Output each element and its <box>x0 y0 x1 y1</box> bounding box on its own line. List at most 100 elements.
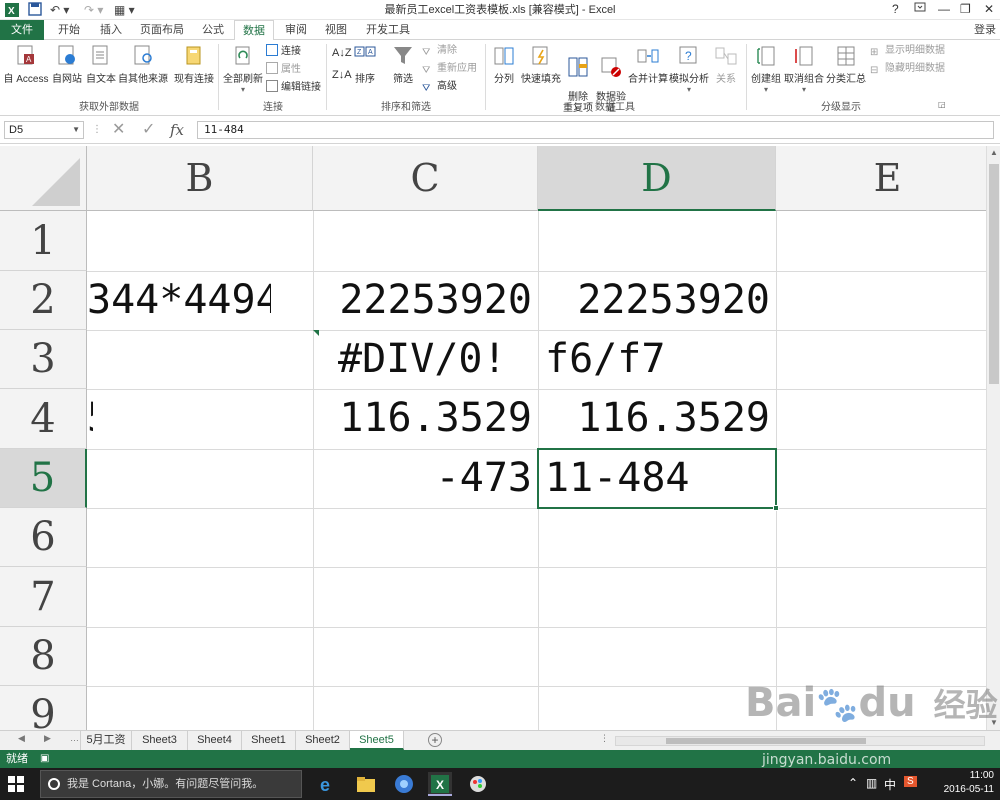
subtotal-button[interactable]: 分类汇总 <box>826 44 866 85</box>
login-link[interactable]: 登录 <box>974 20 996 40</box>
tray-up-arrow-icon[interactable]: ⌃ <box>848 776 858 790</box>
what-if-analysis-button[interactable]: ? 模拟分析 ▾ <box>668 44 710 94</box>
tab-home[interactable]: 开始 <box>50 20 88 40</box>
select-all-corner[interactable] <box>0 146 87 211</box>
minimize-button[interactable]: — <box>938 1 950 17</box>
filter-button[interactable]: 筛选 <box>388 44 418 85</box>
sort-button[interactable]: ZA 排序 <box>352 44 378 85</box>
sheet-tab-sheet1[interactable]: Sheet1 <box>242 731 296 750</box>
row-header-3[interactable]: 3 <box>0 330 87 389</box>
column-header-c[interactable]: C <box>313 146 538 211</box>
sheet-tab-sheet4[interactable]: Sheet4 <box>188 731 242 750</box>
column-header-b[interactable]: B <box>87 146 313 211</box>
hide-detail-button[interactable]: ⊟ 隐藏明细数据 <box>870 62 945 76</box>
edge-icon[interactable]: e <box>316 772 340 796</box>
enter-icon[interactable]: ✓ <box>142 121 155 139</box>
sheet-tab-sheet5[interactable]: Sheet5 <box>350 731 404 750</box>
tab-developer[interactable]: 开发工具 <box>360 20 416 40</box>
restore-button[interactable]: ❐ <box>960 1 971 17</box>
tab-data[interactable]: 数据 <box>234 20 274 41</box>
scroll-up-icon[interactable]: ▲ <box>987 146 1000 160</box>
sort-asc-icon[interactable]: A↓Z <box>332 46 352 60</box>
ime-indicator[interactable]: 中 <box>884 776 896 793</box>
relationships-button[interactable]: 关系 <box>712 44 740 85</box>
cell-c5[interactable]: -473 <box>313 449 532 508</box>
vertical-scroll-thumb[interactable] <box>989 164 999 384</box>
cell-c4[interactable]: 116.3529 <box>313 389 532 449</box>
show-detail-button[interactable]: ⊞ 显示明细数据 <box>870 44 945 58</box>
tab-review[interactable]: 审阅 <box>278 20 314 40</box>
insert-function-button[interactable]: fx <box>170 121 184 139</box>
row-header-7[interactable]: 7 <box>0 567 87 627</box>
from-text-button[interactable]: 自文本 <box>84 44 118 85</box>
file-explorer-icon[interactable] <box>354 772 378 796</box>
text-to-columns-button[interactable]: 分列 <box>490 44 518 85</box>
reapply-button[interactable]: ⛛ 重新应用 <box>422 62 477 76</box>
refresh-all-button[interactable]: 全部刷新 ▾ <box>222 44 264 94</box>
tab-formulas[interactable]: 公式 <box>194 20 232 40</box>
ungroup-button[interactable]: 取消组合 ▾ <box>784 44 824 94</box>
sogou-ime-icon[interactable]: S <box>904 776 917 787</box>
worksheet-grid[interactable]: B C D E 1 2 3 4 5 6 7 8 9 344*4494 22253… <box>0 146 986 730</box>
vertical-scrollbar[interactable]: ▲ ▼ <box>986 146 1000 730</box>
existing-connections-button[interactable]: 现有连接 <box>172 44 216 85</box>
windows-start-icon[interactable] <box>8 776 32 800</box>
tab-view[interactable]: 视图 <box>318 20 354 40</box>
connections-button[interactable]: 连接 <box>266 44 301 59</box>
horizontal-scroll-thumb[interactable] <box>666 738 866 744</box>
clear-filter-button[interactable]: ⛛ 清除 <box>422 44 457 58</box>
next-sheet-icon[interactable]: ▶ <box>44 733 51 744</box>
cell-d2[interactable]: 22253920 <box>538 271 770 330</box>
sheet-tab-sheet2[interactable]: Sheet2 <box>296 731 350 750</box>
paint-app-icon[interactable] <box>466 772 490 796</box>
network-icon[interactable]: ▥ <box>866 776 877 790</box>
row-header-4[interactable]: 4 <box>0 389 87 449</box>
properties-button[interactable]: 属性 <box>266 62 301 77</box>
horizontal-scrollbar[interactable] <box>615 736 985 746</box>
macro-record-icon[interactable]: ▣ <box>40 750 49 768</box>
tab-split-grip-icon[interactable]: ⋮ <box>600 733 609 744</box>
cortana-search-box[interactable]: 我是 Cortana，小娜。有问题尽管问我。 <box>40 770 302 798</box>
tab-insert[interactable]: 插入 <box>92 20 130 40</box>
column-header-d[interactable]: D <box>538 146 776 211</box>
cell-b4[interactable]: 5 <box>87 389 93 449</box>
consolidate-button[interactable]: 合并计算 <box>628 44 668 85</box>
help-button[interactable]: ? <box>892 1 899 17</box>
sort-desc-icon[interactable]: Z↓A <box>332 68 352 82</box>
row-header-9[interactable]: 9 <box>0 686 87 730</box>
name-box-dropdown-icon[interactable]: ▼ <box>72 122 80 138</box>
advanced-filter-button[interactable]: ⛛ 高级 <box>422 80 457 94</box>
from-access-button[interactable]: A 自 Access <box>2 44 50 85</box>
cell-c3[interactable]: #DIV/0! <box>338 330 538 389</box>
browser-icon[interactable] <box>392 772 416 796</box>
row-header-2[interactable]: 2 <box>0 271 87 330</box>
cell-d4[interactable]: 116.3529 <box>538 389 770 449</box>
tab-page-layout[interactable]: 页面布局 <box>134 20 190 40</box>
cancel-icon[interactable]: ✕ <box>112 121 125 139</box>
row-header-1[interactable]: 1 <box>0 211 87 271</box>
formula-input[interactable]: 11-484 <box>197 121 994 139</box>
add-sheet-button[interactable]: + <box>428 733 442 747</box>
outline-dialog-launcher-icon[interactable]: ◲ <box>938 98 946 112</box>
ribbon-display-icon[interactable] <box>914 1 926 17</box>
group-button[interactable]: 创建组 ▾ <box>750 44 782 94</box>
from-web-button[interactable]: 自网站 <box>50 44 84 85</box>
close-button[interactable]: ✕ <box>984 1 994 17</box>
row-header-5[interactable]: 5 <box>0 449 87 508</box>
prev-sheet-icon[interactable]: ◀ <box>18 733 25 744</box>
sheet-more-icon[interactable]: … <box>70 733 79 743</box>
tab-file[interactable]: 文件 <box>0 20 44 40</box>
error-indicator-icon[interactable] <box>313 330 319 336</box>
system-clock[interactable]: 11:00 2016-05-11 <box>944 769 994 797</box>
column-header-e[interactable]: E <box>776 146 986 211</box>
cell-c2[interactable]: 22253920 <box>313 271 532 330</box>
cell-d3[interactable]: f6/f7 <box>545 330 775 389</box>
flash-fill-button[interactable]: 快速填充 <box>520 44 562 85</box>
edit-links-button[interactable]: 编辑链接 <box>266 80 321 95</box>
row-header-6[interactable]: 6 <box>0 508 87 567</box>
cell-b2[interactable]: 344*4494 <box>87 271 271 330</box>
name-box[interactable]: D5 ▼ <box>4 121 84 139</box>
fill-handle[interactable] <box>773 505 779 511</box>
from-other-sources-button[interactable]: 自其他来源 <box>118 44 168 85</box>
sheet-tab-may-salary[interactable]: 5月工资 <box>80 731 132 750</box>
